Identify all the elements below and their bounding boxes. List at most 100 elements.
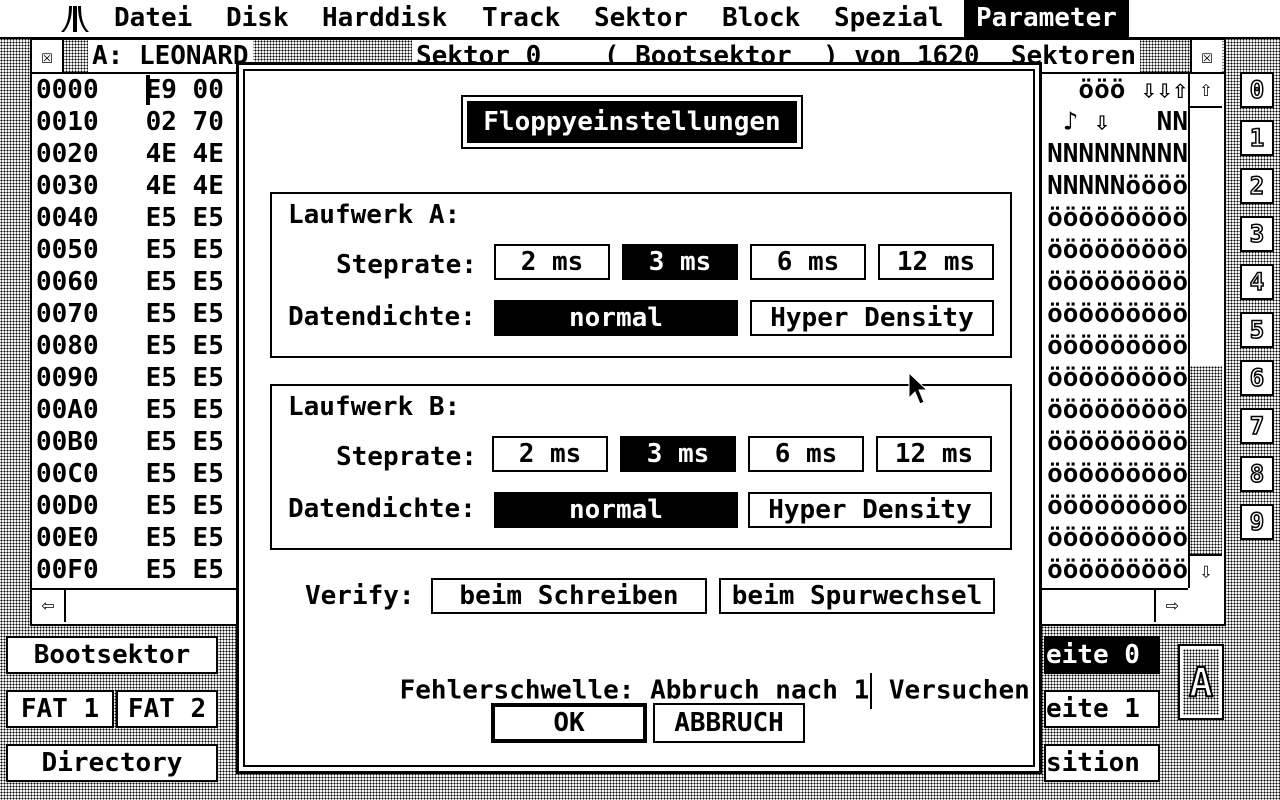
- menu-disk[interactable]: Disk: [214, 0, 301, 37]
- hex-row[interactable]: 0040 E5 E5: [36, 202, 224, 234]
- ascii-row[interactable]: ööööööööö: [1042, 394, 1188, 426]
- scroll-track[interactable]: [1190, 366, 1222, 554]
- hex-row[interactable]: 00A0 E5 E5: [36, 394, 224, 426]
- density-b-hyper[interactable]: Hyper Density: [748, 492, 992, 528]
- density-a-hyper[interactable]: Hyper Density: [750, 300, 994, 336]
- hex-bytes[interactable]: E5 E5: [146, 491, 224, 521]
- digit-button-5[interactable]: 5: [1240, 312, 1274, 348]
- hex-bytes[interactable]: E5 E5: [146, 523, 224, 553]
- scroll-up-icon[interactable]: ⇧: [1190, 74, 1222, 108]
- hex-bytes[interactable]: E5 E5: [146, 267, 224, 297]
- steprate-a-12ms[interactable]: 12 ms: [878, 244, 994, 280]
- bootsektor-button[interactable]: Bootsektor: [6, 636, 218, 674]
- full-box-icon[interactable]: ☒: [1190, 40, 1222, 72]
- seite1-button[interactable]: eite 1: [1044, 690, 1160, 728]
- scroll-down-icon[interactable]: ⇩: [1190, 554, 1222, 588]
- menu-harddisk[interactable]: Harddisk: [310, 0, 459, 37]
- ascii-row[interactable]: ööööööööö: [1042, 202, 1188, 234]
- scroll-left-icon[interactable]: ⇦: [32, 590, 66, 622]
- hex-bytes[interactable]: E5 E5: [146, 427, 224, 457]
- density-b-normal[interactable]: normal: [494, 492, 738, 528]
- ascii-row[interactable]: ööööööööö: [1042, 458, 1188, 490]
- verify-track-button[interactable]: beim Spurwechsel: [719, 578, 995, 614]
- vertical-scrollbar[interactable]: ⇧ ⇩: [1188, 74, 1224, 588]
- hex-row[interactable]: 00C0 E5 E5: [36, 458, 224, 490]
- steprate-a-3ms[interactable]: 3 ms: [622, 244, 738, 280]
- ascii-row[interactable]: ööööööööö: [1042, 234, 1188, 266]
- ascii-row[interactable]: ööööööööö: [1042, 298, 1188, 330]
- ascii-row[interactable]: ööööööööö: [1042, 362, 1188, 394]
- hex-bytes[interactable]: E5 E5: [146, 459, 224, 489]
- hex-row[interactable]: 00F0 E5 E5: [36, 554, 224, 586]
- ascii-row[interactable]: ööööööööö: [1042, 330, 1188, 362]
- density-a-normal[interactable]: normal: [494, 300, 738, 336]
- ascii-row[interactable]: ööööööööö: [1042, 490, 1188, 522]
- hex-bytes[interactable]: E5 E5: [146, 363, 224, 393]
- menu-track[interactable]: Track: [470, 0, 572, 37]
- hex-row[interactable]: 00D0 E5 E5: [36, 490, 224, 522]
- hex-bytes[interactable]: E5 E5: [146, 235, 224, 265]
- hex-bytes[interactable]: 4E 4E: [146, 139, 224, 169]
- digit-button-0[interactable]: 0: [1240, 72, 1274, 108]
- ascii-row[interactable]: ööööööööö: [1042, 266, 1188, 298]
- digit-button-3[interactable]: 3: [1240, 216, 1274, 252]
- steprate-b-6ms[interactable]: 6 ms: [748, 436, 864, 472]
- digit-button-1[interactable]: 1: [1240, 120, 1274, 156]
- steprate-b-3ms[interactable]: 3 ms: [620, 436, 736, 472]
- steprate-a-2ms[interactable]: 2 ms: [494, 244, 610, 280]
- digit-button-6[interactable]: 6: [1240, 360, 1274, 396]
- verify-write-button[interactable]: beim Schreiben: [431, 578, 707, 614]
- steprate-b-12ms[interactable]: 12 ms: [876, 436, 992, 472]
- cancel-button[interactable]: ABBRUCH: [653, 703, 805, 743]
- hex-bytes[interactable]: 02 70: [146, 107, 224, 137]
- directory-button[interactable]: Directory: [6, 744, 218, 782]
- hex-bytes[interactable]: E5 E5: [146, 203, 224, 233]
- ascii-row[interactable]: ööööööööö: [1042, 426, 1188, 458]
- ascii-row[interactable]: ööööööööö: [1042, 554, 1188, 586]
- digit-button-4[interactable]: 4: [1240, 264, 1274, 300]
- hex-row[interactable]: 0060 E5 E5: [36, 266, 224, 298]
- close-box-icon[interactable]: ☒: [32, 40, 64, 72]
- ascii-row[interactable]: NNNNNöööö: [1042, 170, 1188, 202]
- digit-button-8[interactable]: 8: [1240, 456, 1274, 492]
- hex-row[interactable]: 0080 E5 E5: [36, 330, 224, 362]
- ascii-row[interactable]: ööö ⇩⇩⇧: [1042, 74, 1188, 106]
- hex-bytes[interactable]: E5 E5: [146, 299, 224, 329]
- menu-parameter[interactable]: Parameter: [964, 0, 1129, 37]
- hex-bytes[interactable]: E5 E5: [146, 555, 224, 585]
- hex-row[interactable]: 00E0 E5 E5: [36, 522, 224, 554]
- digit-button-9[interactable]: 9: [1240, 504, 1274, 540]
- steprate-a-6ms[interactable]: 6 ms: [750, 244, 866, 280]
- ok-button[interactable]: OK: [491, 703, 647, 743]
- seite0-button[interactable]: eite 0: [1044, 636, 1160, 674]
- digit-button-2[interactable]: 2: [1240, 168, 1274, 204]
- steprate-b-2ms[interactable]: 2 ms: [492, 436, 608, 472]
- menu-spezial[interactable]: Spezial: [822, 0, 956, 37]
- ascii-row[interactable]: ööööööööö: [1042, 522, 1188, 554]
- menu-block[interactable]: Block: [710, 0, 812, 37]
- hex-row[interactable]: 0020 4E 4E: [36, 138, 224, 170]
- menu-sektor[interactable]: Sektor: [582, 0, 700, 37]
- menu-datei[interactable]: Datei: [102, 0, 204, 37]
- digit-button-7[interactable]: 7: [1240, 408, 1274, 444]
- scroll-thumb[interactable]: [1190, 108, 1222, 364]
- hex-bytes[interactable]: E5 E5: [146, 331, 224, 361]
- hex-row[interactable]: 00B0 E5 E5: [36, 426, 224, 458]
- hex-bytes[interactable]: E9 00: [146, 75, 224, 105]
- fat1-button[interactable]: FAT 1: [6, 690, 114, 728]
- hex-row[interactable]: 0030 4E 4E: [36, 170, 224, 202]
- hex-row[interactable]: 0090 E5 E5: [36, 362, 224, 394]
- atari-logo-icon[interactable]: [48, 0, 102, 37]
- hex-bytes[interactable]: E5 E5: [146, 395, 224, 425]
- ascii-row[interactable]: ♪ ⇩ NN: [1042, 106, 1188, 138]
- hex-row[interactable]: 0050 E5 E5: [36, 234, 224, 266]
- ascii-row[interactable]: NNNNNNNNN: [1042, 138, 1188, 170]
- hex-row[interactable]: 0010 02 70: [36, 106, 224, 138]
- scroll-right-icon[interactable]: ⇨: [1154, 590, 1188, 622]
- drive-a-icon[interactable]: A: [1178, 644, 1224, 720]
- hex-bytes[interactable]: 4E 4E: [146, 171, 224, 201]
- hex-row[interactable]: 0000 E9 00: [36, 74, 224, 106]
- fat2-button[interactable]: FAT 2: [116, 690, 218, 728]
- hex-row[interactable]: 0070 E5 E5: [36, 298, 224, 330]
- position-button[interactable]: sition: [1044, 744, 1160, 782]
